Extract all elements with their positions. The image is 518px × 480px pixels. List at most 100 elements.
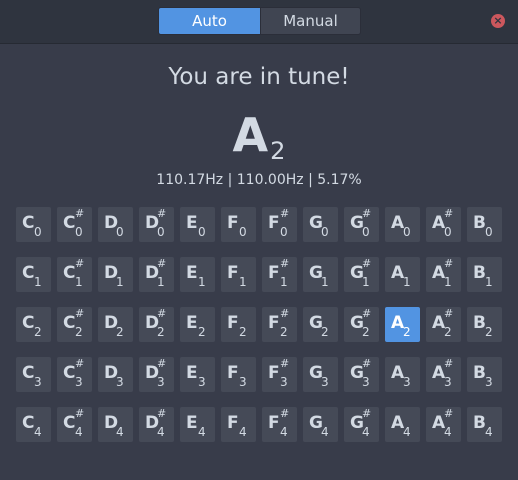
note-key-octave: 0 bbox=[198, 225, 206, 239]
note-key-a-2[interactable]: A2 bbox=[385, 307, 420, 342]
note-key-c-sharp-1[interactable]: C #1 bbox=[57, 257, 92, 292]
note-key-c-sharp-3[interactable]: C #3 bbox=[57, 357, 92, 392]
mode-switcher: Auto Manual bbox=[158, 7, 361, 35]
note-key-letter: C bbox=[22, 413, 35, 433]
note-key-sharp: # bbox=[280, 307, 290, 320]
note-key-a-sharp-2[interactable]: A #2 bbox=[426, 307, 461, 342]
note-key-g-0[interactable]: G0 bbox=[303, 207, 338, 242]
note-key-octave: 1 bbox=[444, 275, 452, 289]
note-key-octave: 0 bbox=[280, 225, 288, 239]
note-key-c-sharp-2[interactable]: C #2 bbox=[57, 307, 92, 342]
note-key-octave: 4 bbox=[116, 425, 124, 439]
note-key-g-3[interactable]: G3 bbox=[303, 357, 338, 392]
note-key-sharp: # bbox=[157, 407, 167, 420]
note-key-letter: E bbox=[186, 413, 198, 433]
note-key-d-sharp-3[interactable]: D #3 bbox=[139, 357, 174, 392]
note-key-d-sharp-2[interactable]: D #2 bbox=[139, 307, 174, 342]
note-key-a-sharp-1[interactable]: A #1 bbox=[426, 257, 461, 292]
note-key-d-4[interactable]: D4 bbox=[98, 407, 133, 442]
note-key-f-sharp-1[interactable]: F #1 bbox=[262, 257, 297, 292]
note-key-b-1[interactable]: B1 bbox=[467, 257, 502, 292]
note-key-a-3[interactable]: A3 bbox=[385, 357, 420, 392]
note-key-sharp: # bbox=[362, 357, 372, 370]
note-key-g-sharp-0[interactable]: G #0 bbox=[344, 207, 379, 242]
note-key-c-2[interactable]: C2 bbox=[16, 307, 51, 342]
note-key-c-sharp-0[interactable]: C #0 bbox=[57, 207, 92, 242]
note-key-e-2[interactable]: E2 bbox=[180, 307, 215, 342]
note-key-g-sharp-3[interactable]: G #3 bbox=[344, 357, 379, 392]
note-key-sharp: # bbox=[157, 257, 167, 270]
note-key-octave: 0 bbox=[485, 225, 493, 239]
note-key-g-sharp-4[interactable]: G #4 bbox=[344, 407, 379, 442]
note-key-f-4[interactable]: F4 bbox=[221, 407, 256, 442]
note-key-octave: 2 bbox=[116, 325, 124, 339]
note-key-octave: 3 bbox=[239, 375, 247, 389]
note-key-f-sharp-0[interactable]: F #0 bbox=[262, 207, 297, 242]
note-key-g-2[interactable]: G2 bbox=[303, 307, 338, 342]
note-key-b-0[interactable]: B0 bbox=[467, 207, 502, 242]
note-key-d-sharp-0[interactable]: D #0 bbox=[139, 207, 174, 242]
note-key-d-sharp-4[interactable]: D #4 bbox=[139, 407, 174, 442]
note-key-e-3[interactable]: E3 bbox=[180, 357, 215, 392]
note-key-octave: 0 bbox=[116, 225, 124, 239]
note-key-e-1[interactable]: E1 bbox=[180, 257, 215, 292]
note-key-octave: 2 bbox=[280, 325, 288, 339]
note-key-b-3[interactable]: B3 bbox=[467, 357, 502, 392]
note-key-d-0[interactable]: D0 bbox=[98, 207, 133, 242]
note-key-f-sharp-2[interactable]: F #2 bbox=[262, 307, 297, 342]
note-key-octave: 4 bbox=[34, 425, 42, 439]
note-key-letter: C bbox=[63, 413, 76, 433]
note-key-octave: 1 bbox=[198, 275, 206, 289]
note-key-octave: 1 bbox=[34, 275, 42, 289]
note-key-e-0[interactable]: E0 bbox=[180, 207, 215, 242]
note-key-c-4[interactable]: C4 bbox=[16, 407, 51, 442]
note-key-octave: 3 bbox=[362, 375, 370, 389]
note-key-g-sharp-1[interactable]: G #1 bbox=[344, 257, 379, 292]
note-key-octave: 2 bbox=[75, 325, 83, 339]
note-key-g-sharp-2[interactable]: G #2 bbox=[344, 307, 379, 342]
note-key-a-1[interactable]: A1 bbox=[385, 257, 420, 292]
manual-mode-button[interactable]: Manual bbox=[260, 8, 360, 34]
note-key-d-sharp-1[interactable]: D #1 bbox=[139, 257, 174, 292]
note-key-f-3[interactable]: F3 bbox=[221, 357, 256, 392]
detected-note-octave: 2 bbox=[270, 137, 286, 165]
note-key-sharp: # bbox=[280, 407, 290, 420]
note-key-c-sharp-4[interactable]: C #4 bbox=[57, 407, 92, 442]
note-key-e-4[interactable]: E4 bbox=[180, 407, 215, 442]
note-key-c-3[interactable]: C3 bbox=[16, 357, 51, 392]
note-key-f-2[interactable]: F2 bbox=[221, 307, 256, 342]
note-key-b-4[interactable]: B4 bbox=[467, 407, 502, 442]
note-key-f-1[interactable]: F1 bbox=[221, 257, 256, 292]
note-key-c-1[interactable]: C1 bbox=[16, 257, 51, 292]
note-key-letter: F bbox=[227, 263, 239, 283]
note-key-octave: 4 bbox=[362, 425, 370, 439]
note-key-d-3[interactable]: D3 bbox=[98, 357, 133, 392]
note-key-f-sharp-4[interactable]: F #4 bbox=[262, 407, 297, 442]
note-key-c-0[interactable]: C0 bbox=[16, 207, 51, 242]
close-icon[interactable]: × bbox=[491, 14, 505, 28]
note-key-a-4[interactable]: A4 bbox=[385, 407, 420, 442]
note-key-f-0[interactable]: F0 bbox=[221, 207, 256, 242]
note-key-octave: 2 bbox=[239, 325, 247, 339]
note-key-d-1[interactable]: D1 bbox=[98, 257, 133, 292]
note-key-letter: E bbox=[186, 363, 198, 383]
titlebar: Auto Manual × bbox=[0, 0, 518, 44]
note-key-a-sharp-3[interactable]: A #3 bbox=[426, 357, 461, 392]
note-key-octave: 4 bbox=[321, 425, 329, 439]
note-key-a-sharp-0[interactable]: A #0 bbox=[426, 207, 461, 242]
note-key-letter: F bbox=[227, 213, 239, 233]
note-key-b-2[interactable]: B2 bbox=[467, 307, 502, 342]
note-key-a-sharp-4[interactable]: A #4 bbox=[426, 407, 461, 442]
note-key-a-0[interactable]: A0 bbox=[385, 207, 420, 242]
note-key-d-2[interactable]: D2 bbox=[98, 307, 133, 342]
note-key-sharp: # bbox=[75, 307, 85, 320]
note-key-letter: E bbox=[186, 213, 198, 233]
note-key-f-sharp-3[interactable]: F #3 bbox=[262, 357, 297, 392]
note-key-octave: 4 bbox=[239, 425, 247, 439]
note-key-g-1[interactable]: G1 bbox=[303, 257, 338, 292]
auto-mode-button[interactable]: Auto bbox=[159, 8, 260, 34]
note-key-octave: 2 bbox=[485, 325, 493, 339]
note-key-octave: 4 bbox=[280, 425, 288, 439]
note-key-octave: 3 bbox=[321, 375, 329, 389]
note-key-g-4[interactable]: G4 bbox=[303, 407, 338, 442]
